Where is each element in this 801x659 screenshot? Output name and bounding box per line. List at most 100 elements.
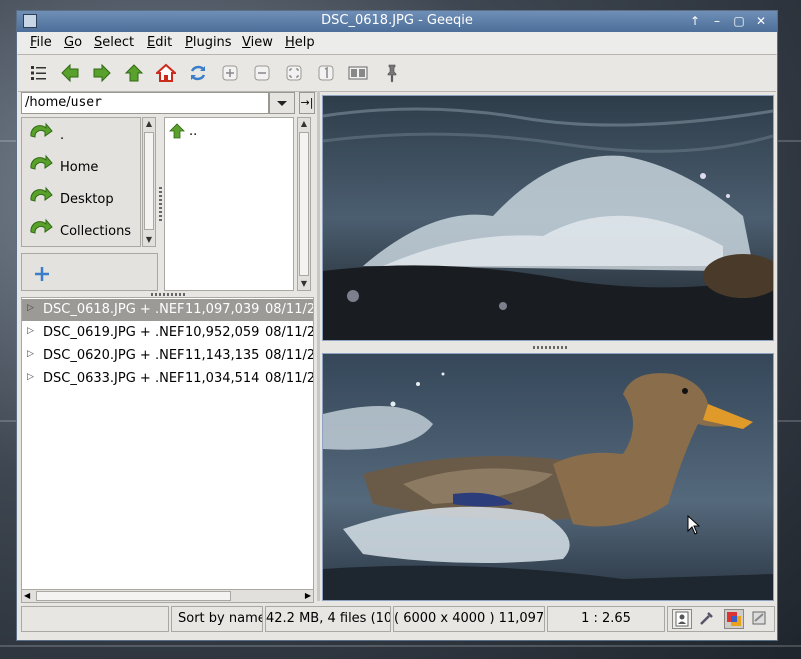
file-row[interactable]: ▷ DSC_0633.JPG + .NEF 11,034,514 08/11/2 (22, 368, 313, 390)
maximize-icon[interactable]: ▢ (731, 14, 747, 29)
bookmark-label: Desktop (60, 192, 114, 207)
bookmark-label: Collections (60, 224, 132, 239)
menu-go[interactable]: Go (64, 35, 82, 50)
titlebar[interactable]: DSC_0618.JPG - Geeqie ↑ – ▢ ✕ (17, 11, 777, 32)
menu-edit[interactable]: Edit (147, 35, 172, 50)
color-profile-button[interactable] (724, 609, 744, 629)
menu-view[interactable]: View (242, 35, 273, 50)
pane-resize-grip[interactable] (151, 293, 185, 296)
zoom-1-1-icon[interactable] (316, 63, 336, 83)
scroll-right-icon[interactable]: ▶ (305, 590, 311, 602)
statusbar: Sort by name 42.2 MB, 4 files (10 ( 6000… (21, 604, 775, 634)
file-list: ▷ DSC_0618.JPG + .NEF 11,097,039 08/11/2… (21, 297, 314, 603)
menu-plugins[interactable]: Plugins (185, 35, 232, 50)
status-zoom: 1 : 2.65 (547, 606, 665, 632)
menu-help[interactable]: Help (285, 35, 315, 50)
scroll-up-icon[interactable]: ▲ (298, 118, 310, 130)
sort-button[interactable]: Sort by name (171, 606, 263, 632)
dir-item-parent[interactable]: .. (169, 122, 279, 142)
file-name: DSC_0618.JPG + .NEF (43, 302, 185, 317)
menu-select[interactable]: Select (94, 35, 134, 50)
file-row[interactable]: ▷ DSC_0620.JPG + .NEF 11,143,135 08/11/2 (22, 345, 314, 367)
path-go-button[interactable]: →| (299, 92, 315, 114)
filelist-hscrollbar[interactable]: ◀ ▶ (21, 589, 314, 603)
scroll-left-icon[interactable]: ◀ (24, 590, 30, 602)
exif-toggle-button[interactable] (672, 609, 692, 629)
duck-swimming-photo (323, 354, 773, 600)
zoom-out-icon[interactable] (252, 63, 272, 83)
path-input[interactable]: /home/user (21, 92, 269, 114)
file-name: DSC_0620.JPG + .NEF (43, 348, 185, 363)
minimize-icon[interactable]: – (709, 14, 725, 29)
file-size: 11,097,039 (185, 302, 260, 317)
status-image-info: ( 6000 x 4000 ) 11,097,0 (393, 606, 545, 632)
file-row[interactable]: ▷ DSC_0618.JPG + .NEF 11,097,039 08/11/2 (22, 299, 313, 321)
path-history-dropdown[interactable] (269, 92, 295, 114)
bookmark-item[interactable]: . (28, 122, 138, 150)
jump-arrow-icon (30, 218, 53, 234)
dirlist-scrollbar[interactable]: ▲ ▼ (297, 117, 311, 291)
shade-up-icon[interactable]: ↑ (687, 14, 703, 29)
color-picker-button[interactable] (698, 609, 718, 629)
bookmark-desktop[interactable]: Desktop (28, 186, 138, 214)
duck-splash-photo (323, 96, 773, 340)
back-icon[interactable] (60, 63, 80, 83)
menu-file[interactable]: File (30, 35, 52, 50)
expander-icon[interactable]: ▷ (27, 303, 34, 313)
bookmarks-panel: . Home Desktop Collections (21, 117, 141, 247)
file-row[interactable]: ▷ DSC_0619.JPG + .NEF 10,952,059 08/11/2 (22, 322, 314, 344)
mouse-cursor-icon (687, 515, 701, 535)
expander-icon[interactable]: ▷ (27, 372, 34, 382)
scroll-thumb[interactable] (36, 591, 231, 601)
scroll-down-icon[interactable]: ▼ (298, 278, 310, 290)
jump-arrow-icon (30, 186, 53, 202)
bookmark-home[interactable]: Home (28, 154, 138, 182)
save-metadata-icon (752, 611, 766, 625)
file-date: 08/11/2 (265, 348, 314, 363)
file-name: DSC_0619.JPG + .NEF (43, 325, 185, 340)
write-metadata-button[interactable] (750, 609, 770, 629)
scroll-up-icon[interactable]: ▲ (143, 118, 155, 130)
pane-resize-grip[interactable] (159, 187, 162, 221)
directory-list: .. (164, 117, 294, 291)
scroll-down-icon[interactable]: ▼ (143, 234, 155, 246)
bookmark-label: . (60, 128, 65, 143)
up-icon[interactable] (124, 63, 144, 83)
close-icon[interactable]: ✕ (753, 14, 769, 29)
menubar: File Go Select Edit Plugins View Help (17, 32, 777, 55)
toggle-view-icon[interactable] (29, 63, 49, 83)
image-split-grip[interactable] (533, 346, 567, 349)
split-view-icon[interactable] (348, 63, 368, 83)
refresh-icon[interactable] (188, 63, 208, 83)
forward-icon[interactable] (92, 63, 112, 83)
zoom-in-icon[interactable] (220, 63, 240, 83)
image-view-top[interactable] (322, 95, 774, 341)
zoom-fit-icon[interactable] (284, 63, 304, 83)
file-date: 08/11/2 (265, 325, 314, 340)
status-empty-cell (21, 606, 169, 632)
home-icon[interactable] (156, 63, 176, 83)
bookmarks-scrollbar[interactable]: ▲ ▼ (142, 117, 156, 247)
add-bookmark-icon[interactable] (34, 266, 50, 282)
jump-arrow-icon (30, 122, 53, 138)
expander-icon[interactable]: ▷ (27, 349, 34, 359)
pin-icon[interactable] (382, 63, 402, 83)
bookmark-collections[interactable]: Collections (28, 218, 138, 246)
expander-icon[interactable]: ▷ (27, 326, 34, 336)
color-profile-icon (727, 612, 741, 626)
scroll-thumb[interactable] (299, 132, 309, 276)
geeqie-window: DSC_0618.JPG - Geeqie ↑ – ▢ ✕ File Go Se… (16, 10, 778, 641)
status-summary: 42.2 MB, 4 files (10 (265, 606, 391, 632)
file-size: 11,143,135 (185, 348, 260, 363)
image-view-bottom[interactable] (322, 353, 774, 601)
vertical-pane-divider[interactable] (317, 91, 320, 601)
file-name: DSC_0633.JPG + .NEF (43, 371, 185, 386)
path-bar: /home/user →| (21, 92, 315, 116)
add-bookmark-area (21, 253, 158, 291)
toolbar (18, 54, 776, 92)
dir-item-label: .. (189, 124, 198, 139)
up-folder-icon (169, 123, 185, 139)
bookmark-label: Home (60, 160, 99, 175)
person-icon (675, 611, 689, 627)
scroll-thumb[interactable] (144, 132, 154, 230)
